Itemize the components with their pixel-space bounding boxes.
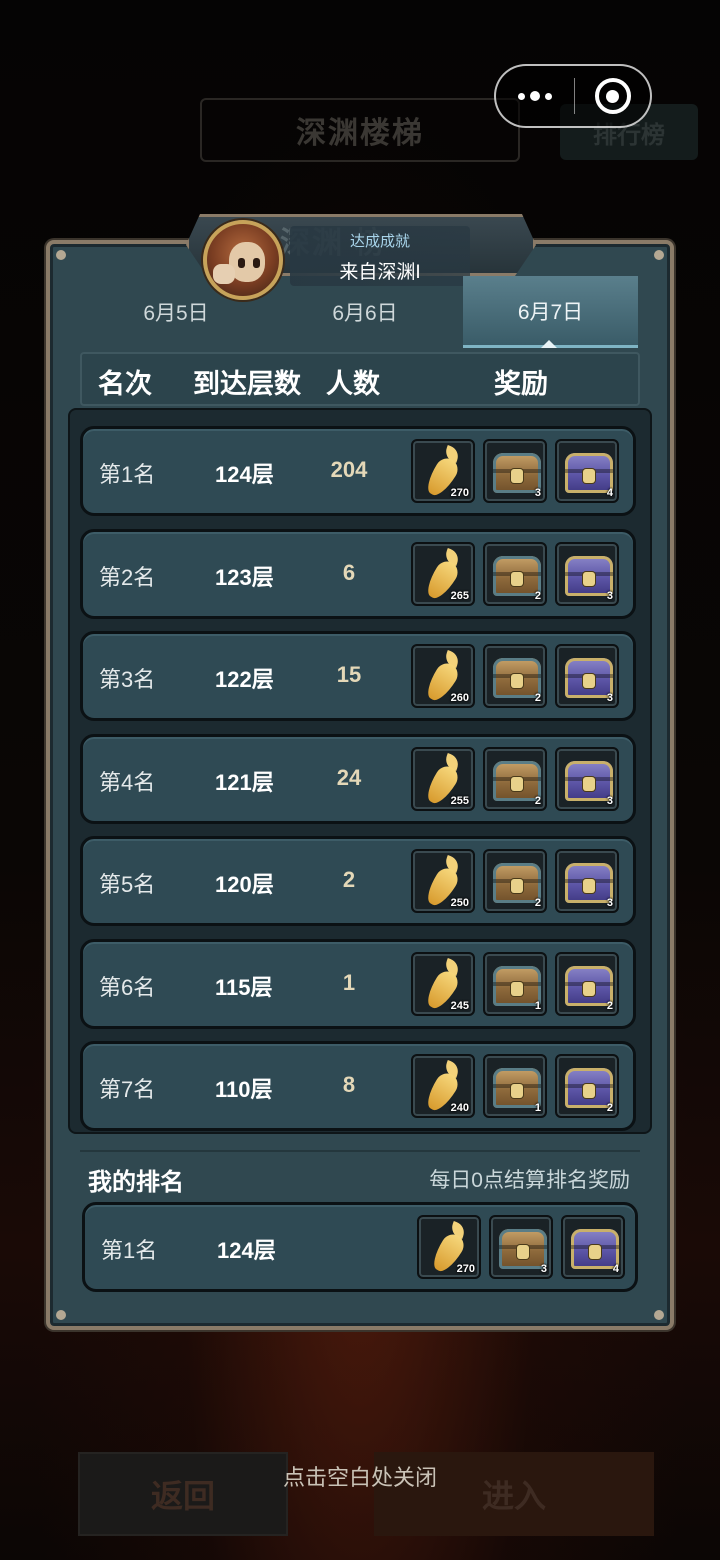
- floor-value: 122层: [215, 667, 274, 692]
- reward-count: 240: [450, 1102, 469, 1114]
- floor-value: 121层: [215, 770, 274, 795]
- rank-label: 第7名: [99, 1077, 156, 1102]
- floor-value: 124层: [215, 462, 274, 487]
- column-floor: 到达层数: [193, 369, 301, 399]
- close-miniprogram-icon[interactable]: [575, 66, 650, 126]
- reward-count: 2: [606, 1102, 613, 1114]
- ranking-row: 第4名 121层 24 255 2 3: [80, 734, 636, 824]
- player-count: 1: [342, 970, 356, 995]
- reward-count: 245: [450, 1000, 469, 1012]
- reward-purple-chest[interactable]: 3: [555, 542, 619, 606]
- reward-purple-chest[interactable]: 4: [561, 1215, 625, 1279]
- reward-count: 3: [606, 590, 613, 602]
- reward-count: 1: [534, 1000, 541, 1012]
- ranking-row: 第5名 120层 2 250 2 3: [80, 836, 636, 926]
- floor-value: 115层: [215, 975, 273, 1000]
- reward-count: 3: [606, 897, 613, 909]
- reward-count: 270: [450, 487, 469, 499]
- rank-label: 第6名: [99, 975, 156, 1000]
- reward-carrot[interactable]: 270: [411, 439, 475, 503]
- reward-carrot[interactable]: 270: [417, 1215, 481, 1279]
- reward-count: 3: [606, 795, 613, 807]
- reward-carrot[interactable]: 240: [411, 1054, 475, 1118]
- player-count: 8: [342, 1072, 356, 1097]
- reward-carrot[interactable]: 260: [411, 644, 475, 708]
- reward-carrot[interactable]: 265: [411, 542, 475, 606]
- reward-count: 4: [612, 1263, 619, 1275]
- my-rank-row: 第1名 124层 270 3 4: [82, 1202, 638, 1292]
- column-reward: 奖励: [494, 369, 548, 399]
- reward-count: 2: [534, 795, 541, 807]
- reward-gold-chest[interactable]: 1: [483, 1054, 547, 1118]
- reward-count: 260: [450, 692, 469, 704]
- divider: [80, 1150, 640, 1152]
- reward-count: 255: [450, 795, 469, 807]
- player-count: 15: [336, 662, 362, 687]
- rank-label: 第5名: [99, 872, 156, 897]
- ranking-row: 第3名 122层 15 260 2 3: [80, 631, 636, 721]
- reward-carrot[interactable]: 245: [411, 952, 475, 1016]
- reward-gold-chest[interactable]: 3: [489, 1215, 553, 1279]
- reward-count: 250: [450, 897, 469, 909]
- reward-purple-chest[interactable]: 2: [555, 952, 619, 1016]
- reward-carrot[interactable]: 255: [411, 747, 475, 811]
- reward-count: 1: [534, 1102, 541, 1114]
- player-count: 6: [342, 560, 356, 585]
- reward-purple-chest[interactable]: 2: [555, 1054, 619, 1118]
- reward-purple-chest[interactable]: 3: [555, 747, 619, 811]
- floor-value: 123层: [215, 565, 274, 590]
- rank-label: 第4名: [99, 770, 156, 795]
- floor-value: 120层: [215, 872, 274, 897]
- reward-gold-chest[interactable]: 3: [483, 439, 547, 503]
- my-rank-label: 第1名: [101, 1238, 158, 1263]
- reward-count: 3: [540, 1263, 547, 1275]
- reward-count: 3: [606, 692, 613, 704]
- rank-label: 第2名: [99, 565, 156, 590]
- reward-purple-chest[interactable]: 4: [555, 439, 619, 503]
- settlement-note: 每日0点结算排名奖励: [429, 1169, 630, 1192]
- my-rank-title: 我的排名: [88, 1169, 184, 1196]
- reward-count: 2: [606, 1000, 613, 1012]
- reward-gold-chest[interactable]: 2: [483, 542, 547, 606]
- achievement-label: 达成成就: [349, 233, 410, 250]
- background-title: 深渊楼梯: [200, 98, 520, 162]
- floor-value: 110层: [215, 1077, 273, 1102]
- tab-date-1[interactable]: 6月5日: [90, 276, 262, 348]
- reward-gold-chest[interactable]: 2: [483, 644, 547, 708]
- reward-count: 2: [534, 590, 541, 602]
- reward-purple-chest[interactable]: 3: [555, 849, 619, 913]
- close-hint[interactable]: 点击空白处关闭: [0, 1460, 720, 1492]
- reward-gold-chest[interactable]: 1: [483, 952, 547, 1016]
- player-count: 204: [330, 457, 368, 482]
- reward-count: 2: [534, 692, 541, 704]
- reward-count: 270: [456, 1263, 475, 1275]
- column-count: 人数: [326, 369, 380, 399]
- reward-count: 4: [606, 487, 613, 499]
- player-count: 2: [342, 867, 356, 892]
- ranking-row: 第1名 124层 204 270 3 4: [80, 426, 636, 516]
- ranking-row: 第2名 123层 6 265 2 3: [80, 529, 636, 619]
- reward-count: 2: [534, 897, 541, 909]
- reward-gold-chest[interactable]: 2: [483, 849, 547, 913]
- reward-count: 265: [450, 590, 469, 602]
- player-count: 24: [336, 765, 362, 790]
- ranking-row: 第7名 110层 8 240 1 2: [80, 1041, 636, 1131]
- reward-count: 3: [534, 487, 541, 499]
- reward-purple-chest[interactable]: 3: [555, 644, 619, 708]
- more-icon[interactable]: [496, 66, 574, 126]
- tab-date-2[interactable]: 6月6日: [279, 276, 451, 348]
- ranking-row: 第6名 115层 1 245 1 2: [80, 939, 636, 1029]
- rank-label: 第3名: [99, 667, 156, 692]
- tab-date-3[interactable]: 6月7日: [463, 276, 638, 348]
- rank-label: 第1名: [99, 462, 156, 487]
- capsule-menu: [494, 64, 652, 128]
- reward-carrot[interactable]: 250: [411, 849, 475, 913]
- column-rank: 名次: [98, 369, 152, 399]
- my-rank-floor: 124层: [217, 1238, 276, 1263]
- reward-gold-chest[interactable]: 2: [483, 747, 547, 811]
